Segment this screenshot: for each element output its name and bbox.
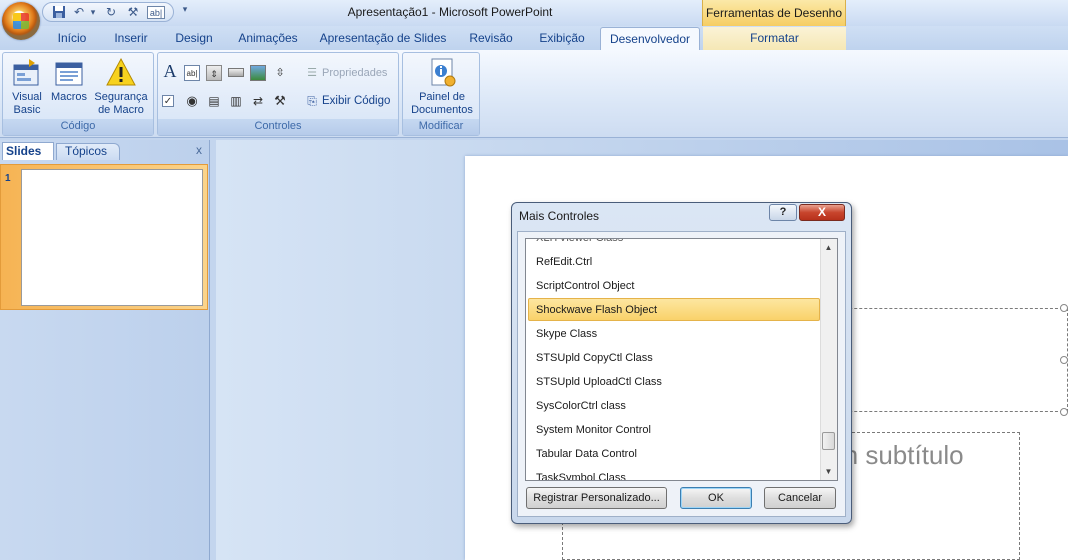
list-item[interactable]: STSUpld UploadCtl Class: [536, 371, 662, 393]
tab-inicio[interactable]: Início: [52, 30, 92, 48]
list-item[interactable]: Tabular Data Control: [536, 443, 637, 465]
registrar-personalizado-button[interactable]: Registrar Personalizado...: [526, 487, 667, 509]
group-codigo-label: Código: [3, 119, 153, 135]
group-codigo: Visual Basic Macros Segurança de Macro C…: [2, 52, 154, 136]
combobox-icon[interactable]: ▤: [206, 93, 222, 109]
scrollbar-thumb[interactable]: [822, 432, 835, 450]
tab-revisao[interactable]: Revisão: [464, 30, 518, 48]
group-modificar: Painel de Documentos Modificar: [402, 52, 480, 136]
list-item[interactable]: SysColorCtrl class: [536, 395, 626, 417]
scroll-up-icon[interactable]: ▲: [820, 240, 837, 256]
list-item-selected[interactable]: Shockwave Flash Object: [536, 299, 657, 321]
list-item-partial: XLITViewer Class: [536, 238, 624, 244]
group-controles: A ab| ⇕ ⇳ ✓ ◉ ▤ ▥ ⇄ ⚒ ☰ Propriedades ⎘ E…: [157, 52, 399, 136]
scrollbar-icon[interactable]: ⇳: [272, 65, 288, 81]
tab-inserir[interactable]: Inserir: [108, 30, 154, 48]
ok-button[interactable]: OK: [680, 487, 752, 509]
list-item[interactable]: RefEdit.Ctrl: [536, 251, 592, 273]
macros-button[interactable]: Macros: [49, 57, 89, 104]
tab-slides[interactable]: Slides: [2, 142, 54, 160]
tab-desenvolvedor[interactable]: Desenvolvedor: [600, 27, 700, 51]
office-logo-icon: [13, 13, 29, 29]
help-button[interactable]: ?: [769, 204, 797, 221]
save-icon[interactable]: [51, 5, 67, 20]
quick-access-toolbar: ↶ ▾ ↻ ⚒ ab|: [42, 2, 174, 22]
scroll-down-icon[interactable]: ▼: [820, 464, 837, 480]
label-control-icon[interactable]: A: [162, 62, 178, 80]
resize-handle[interactable]: [1060, 356, 1068, 364]
resize-handle[interactable]: [1060, 408, 1068, 416]
visual-basic-button[interactable]: Visual Basic: [5, 57, 49, 117]
tab-apresentacao[interactable]: Apresentação de Slides: [318, 30, 448, 48]
cancel-button[interactable]: Cancelar: [764, 487, 836, 509]
list-item[interactable]: STSUpld CopyCtl Class: [536, 347, 653, 369]
seguranca-macro-button[interactable]: Segurança de Macro: [91, 57, 151, 117]
tab-topicos[interactable]: Tópicos: [56, 143, 120, 160]
propriedades-button: Propriedades: [322, 67, 388, 79]
tab-design[interactable]: Design: [168, 30, 220, 48]
warning-icon: [106, 57, 136, 86]
customize-qat-icon[interactable]: ▾: [179, 4, 191, 18]
dialog-title: Mais Controles: [519, 209, 600, 223]
resize-handle[interactable]: [1060, 304, 1068, 312]
list-item[interactable]: Skype Class: [536, 323, 597, 345]
exibir-codigo-button[interactable]: Exibir Código: [322, 93, 390, 109]
list-item[interactable]: System Monitor Control: [536, 419, 651, 441]
toggle-button-icon[interactable]: ⇄: [250, 93, 266, 109]
seguranca-label-2: de Macro: [98, 104, 144, 116]
macros-icon: [55, 62, 83, 86]
slide-thumbnail[interactable]: [21, 169, 203, 306]
window-title: Apresentação1 - Microsoft PowerPoint: [347, 5, 553, 19]
list-item[interactable]: TaskSymbol Class: [536, 467, 626, 480]
view-code-icon[interactable]: ⎘: [304, 93, 320, 109]
slide-number: 1: [5, 173, 11, 184]
tab-exibicao[interactable]: Exibição: [532, 30, 592, 48]
spin-button-icon[interactable]: ⇕: [206, 65, 222, 81]
redo-icon[interactable]: ↻: [103, 5, 119, 20]
visual-basic-label-2: Basic: [13, 104, 41, 116]
textbox-control-icon[interactable]: ab|: [184, 65, 200, 81]
document-panel-icon: [431, 58, 456, 87]
visual-basic-label-1: Visual: [12, 91, 42, 103]
command-button-icon[interactable]: [228, 68, 244, 77]
group-modificar-label: Modificar: [403, 119, 479, 135]
tab-animacoes[interactable]: Animações: [234, 30, 302, 48]
image-control-icon[interactable]: [250, 65, 266, 81]
painel-documentos-button[interactable]: Painel de Documentos: [405, 57, 479, 117]
visual-basic-icon: [13, 59, 39, 86]
controls-listbox[interactable]: XLITViewer Class RefEdit.Ctrl ScriptCont…: [525, 238, 838, 481]
tab-formatar[interactable]: Formatar: [703, 27, 846, 51]
painel-label-2: Documentos: [411, 104, 473, 116]
macros-label: Macros: [50, 91, 88, 103]
office-button[interactable]: [2, 2, 40, 40]
group-controles-label: Controles: [158, 119, 398, 135]
seguranca-label-1: Segurança: [94, 91, 148, 103]
list-item[interactable]: ScriptControl Object: [536, 275, 634, 297]
close-panel-icon[interactable]: x: [193, 143, 205, 157]
option-button-icon[interactable]: ◉: [184, 93, 200, 109]
painel-label-1: Painel de: [419, 91, 465, 103]
context-tab-group: Ferramentas de Desenho: [702, 0, 846, 26]
properties-icon: ☰: [307, 67, 317, 79]
listbox-icon[interactable]: ▥: [228, 93, 244, 109]
context-tab-group-label: Ferramentas de Desenho: [705, 6, 843, 20]
more-controls-icon[interactable]: ⚒: [272, 93, 288, 109]
close-button[interactable]: X: [799, 204, 845, 221]
undo-dropdown-icon[interactable]: ▾: [85, 5, 101, 20]
tools-icon[interactable]: ⚒: [125, 5, 141, 20]
textbox-icon[interactable]: ab|: [147, 6, 165, 19]
checkbox-control-icon[interactable]: ✓: [162, 95, 174, 107]
